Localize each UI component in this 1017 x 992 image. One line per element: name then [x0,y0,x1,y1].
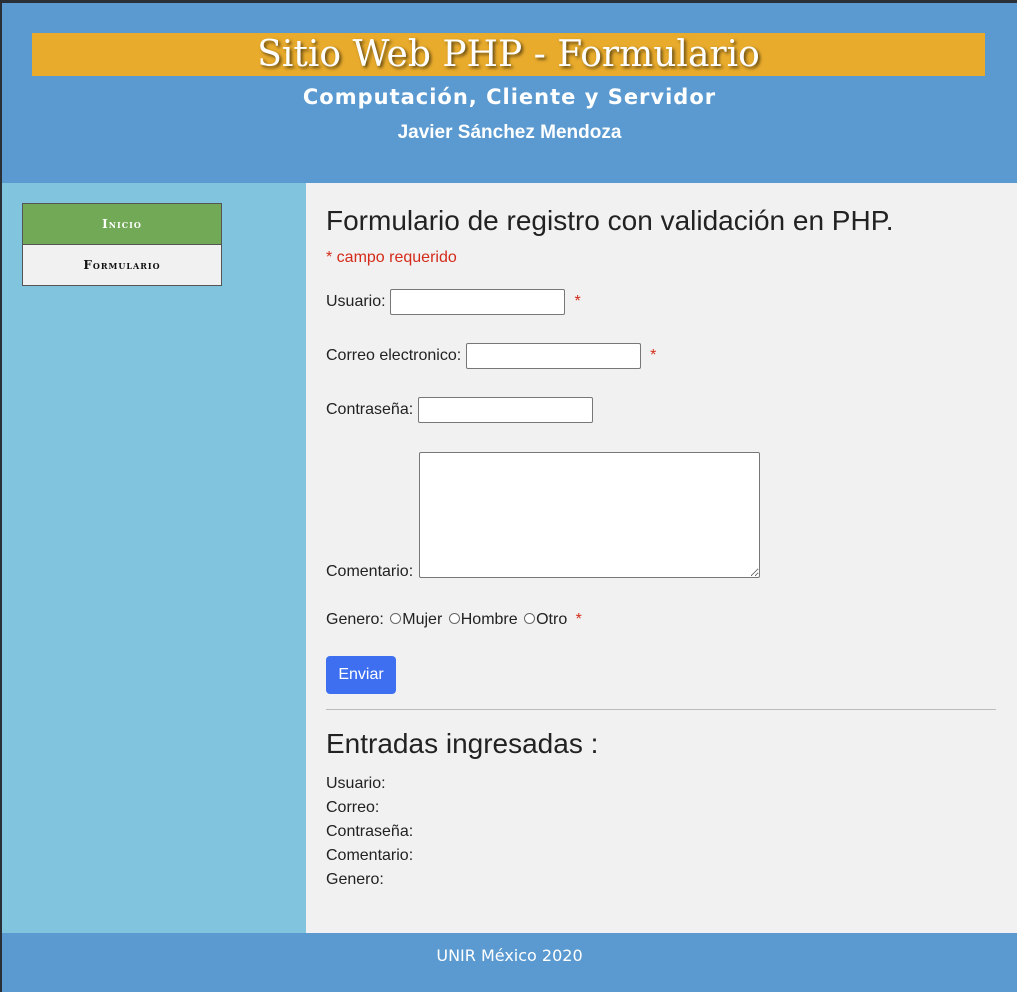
form-title: Formulario de registro con validación en… [326,205,894,236]
contrasena-input[interactable] [417,397,593,423]
radio-hombre-label: Hombre [460,611,518,628]
main-content: Formulario de registro con validación en… [306,183,1017,933]
usuario-input[interactable] [390,289,566,315]
entries-title: Entradas ingresadas : [326,728,599,759]
required-note: * campo requerido [326,249,457,266]
radio-mujer-label: Mujer [402,611,443,628]
radio-hombre[interactable] [448,613,460,624]
comentario-textarea[interactable] [419,452,760,578]
nav-item-inicio[interactable]: Inicio [23,204,221,245]
nav-menu: Inicio Formulario [22,203,222,286]
entry-contrasena: Contraseña: [326,823,414,840]
correo-label: Correo electronico: [326,347,462,364]
page: Sitio Web PHP - Formulario Computación, … [2,3,1017,992]
author-name: Javier Sánchez Mendoza [397,122,622,143]
entry-genero: Genero: [326,871,384,888]
site-footer: UNIR México 2020 [2,933,1017,992]
usuario-row: Usuario: * [326,289,581,315]
radio-otro-label: Otro [536,611,568,628]
comentario-label: Comentario: [326,563,414,580]
required-mark: * [574,293,581,310]
site-header: Sitio Web PHP - Formulario Computación, … [2,3,1017,183]
radio-mujer[interactable] [390,613,402,624]
entry-comentario: Comentario: [326,847,414,864]
submit-button[interactable]: Enviar [326,656,396,694]
correo-row: Correo electronico: * [326,343,656,369]
entries-list: Usuario: Correo: Contraseña: Comentario:… [326,772,413,892]
genero-row: Genero: Mujer Hombre Otro * [326,611,582,629]
sidebar: Inicio Formulario [2,183,306,933]
footer-text: UNIR México 2020 [436,946,583,965]
entry-correo: Correo: [326,799,380,816]
contrasena-label: Contraseña: [326,401,414,418]
site-title: Sitio Web PHP - Formulario [257,34,760,75]
entry-usuario: Usuario: [326,775,386,792]
radio-otro[interactable] [524,613,536,624]
contrasena-row: Contraseña: [326,397,593,423]
site-title-bar: Sitio Web PHP - Formulario [32,33,985,76]
genero-label: Genero: [326,611,384,628]
required-mark: * [575,611,582,628]
usuario-label: Usuario: [326,293,386,310]
nav-item-formulario[interactable]: Formulario [23,245,221,285]
divider [326,709,996,710]
comentario-row: Comentario: [326,452,766,582]
site-subtitle: Computación, Cliente y Servidor [302,85,717,109]
correo-input[interactable] [465,343,641,369]
required-mark: * [650,347,657,364]
